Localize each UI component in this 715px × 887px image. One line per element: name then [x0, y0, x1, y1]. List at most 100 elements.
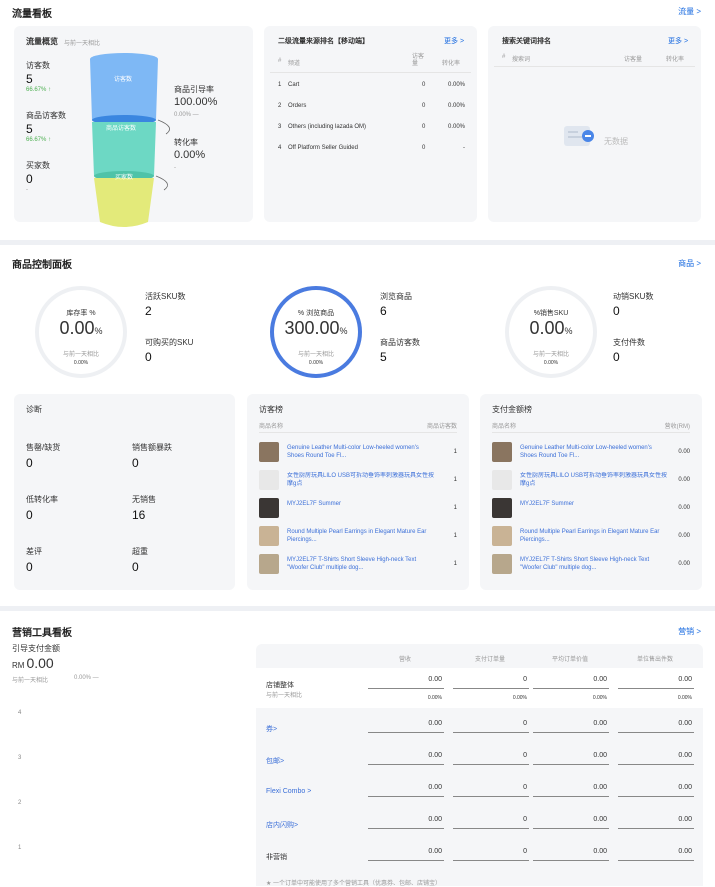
funnel-top-label: 访客数: [114, 77, 133, 83]
source-visitors: 0: [422, 82, 426, 88]
marketing-cell-value[interactable]: 0.00: [374, 676, 442, 683]
marketing-col-header: 营收: [398, 657, 411, 663]
marketing-cell-value[interactable]: 0: [459, 784, 527, 791]
marketing-cell-value[interactable]: 0.00: [624, 816, 692, 823]
funnel-connector-2: [155, 175, 168, 191]
sources-col-rank: #: [278, 58, 282, 64]
chart-y-tick: 1: [18, 845, 22, 851]
source-channel: Off Platform Seller Guided: [288, 145, 358, 151]
product-pv-label: 商品访客数: [380, 338, 420, 347]
marketing-cell-value[interactable]: 0.00: [539, 676, 607, 683]
sold-sku-sub: 与前一天相比: [532, 352, 569, 358]
marketing-row-name[interactable]: 店内闪购>: [266, 820, 298, 830]
visitors_rank-product-link[interactable]: MYJ2EL7F Summer: [287, 500, 437, 508]
marketing-cell-value[interactable]: 0: [459, 816, 527, 823]
marketing-cell-value[interactable]: 0.00: [624, 752, 692, 759]
diagnosis-item-value[interactable]: 0: [26, 560, 33, 574]
keywords-col-visitors: 访客量: [624, 57, 643, 63]
marketing-cell-underline: [618, 688, 694, 689]
marketing-row-name: 非营销: [266, 854, 287, 861]
marketing-cell-underline: [533, 796, 609, 797]
funnel-bot-band: [94, 178, 154, 227]
visitors_rank-product-link[interactable]: 女性厨房玩具LILO USB可拆动垂饰率刺激器玩具女性按摩g点: [287, 472, 437, 488]
visitors_rank-product-link[interactable]: MYJ2EL7F T-Shirts Short Sleeve High-neck…: [287, 556, 437, 572]
marketing-cell-value[interactable]: 0.00: [624, 848, 692, 855]
stock-rate-unit: %: [94, 326, 103, 336]
visitors-rank-card: 访客榜 商品名称 商品访客数 Genuine Leather Multi-col…: [247, 394, 469, 590]
marketing-cell-value[interactable]: 0.00: [624, 784, 692, 791]
product-thumbnail: [492, 470, 512, 490]
keywords-header-divider: [494, 66, 695, 67]
marketing-cell-value[interactable]: 0.00: [539, 720, 607, 727]
marketing-cell-underline: [453, 796, 529, 797]
funnel-bot-label: 买家数: [115, 175, 134, 181]
keywords-col-rank: #: [502, 54, 506, 60]
traffic-more-link[interactable]: 流量 >: [678, 6, 701, 17]
marketing-row-name[interactable]: 包邮>: [266, 756, 284, 766]
marketing-cell-value[interactable]: 0.00: [539, 848, 607, 855]
guide-rate-change: 0.00% —: [174, 112, 199, 118]
marketing-cell-value[interactable]: 0.00: [539, 816, 607, 823]
marketing-cell-underline: [368, 688, 444, 689]
marketing-row-name[interactable]: Flexi Combo >: [266, 788, 311, 795]
guided-pay-currency: RM: [12, 661, 25, 670]
marketing-title: 营销工具看板: [12, 628, 72, 639]
marketing-cell-value[interactable]: 0: [459, 676, 527, 683]
visitors-rank-col-val: 商品访客数: [426, 424, 457, 430]
chart-y-tick: 2: [18, 800, 22, 806]
marketing-cell-value[interactable]: 0.00: [374, 848, 442, 855]
marketing-cell-value[interactable]: 0.00: [374, 816, 442, 823]
marketing-cell-value[interactable]: 0.00: [374, 784, 442, 791]
diagnosis-item-value[interactable]: 0: [132, 456, 139, 470]
visitors_rank-value: 1: [453, 561, 457, 567]
products-title: 商品控制面板: [12, 260, 72, 271]
sources-col-channel: 频道: [288, 61, 301, 67]
marketing-cell-value[interactable]: 0: [459, 720, 527, 727]
visitors-label: 访客数: [26, 61, 50, 70]
marketing-table: 营收 支付订单量 平均订单价值 单位售出件数 店铺整体 与前一天相比 0.00 0 0.00 0…: [256, 644, 703, 887]
marketing-cell-change: 0.00%: [592, 695, 607, 701]
paid-units-label: 支付件数: [613, 338, 645, 347]
marketing-cell-value[interactable]: 0.00: [624, 676, 692, 683]
sales-rank-card: 支付金额榜 商品名称 营收(RM) Genuine Leather Multi-…: [480, 394, 702, 590]
section-divider-2: [0, 606, 715, 611]
marketing-cell-value[interactable]: 0.00: [539, 752, 607, 759]
viewed-label: 浏览商品: [380, 292, 412, 301]
sales_rank-product-link[interactable]: Round Multiple Pearl Earrings in Elegant…: [520, 528, 670, 544]
marketing-cell-underline: [453, 764, 529, 765]
marketing-cell-value[interactable]: 0.00: [374, 720, 442, 727]
marketing-cell-value[interactable]: 0: [459, 848, 527, 855]
sales_rank-product-link[interactable]: MYJ2EL7F T-Shirts Short Sleeve High-neck…: [520, 556, 670, 572]
product-visitors-value: 5: [26, 122, 33, 136]
marketing-more-link[interactable]: 营销 >: [678, 626, 701, 637]
marketing-cell-value[interactable]: 0.00: [374, 752, 442, 759]
diagnosis-card: 诊断 售罄/缺货 0 销售额暴跌 0 低转化率 0 无销售 16 差评 0 超重 0: [14, 394, 235, 590]
marketing-cell-value[interactable]: 0.00: [624, 720, 692, 727]
guided-pay-wrap: RM 0.00: [12, 655, 54, 673]
visitors_rank-product-link[interactable]: Round Multiple Pearl Earrings in Elegant…: [287, 528, 437, 544]
marketing-cell-value[interactable]: 0.00: [539, 784, 607, 791]
products-more-link[interactable]: 商品 >: [678, 258, 701, 269]
marketing-cell-value[interactable]: 0: [459, 752, 527, 759]
diagnosis-item-value[interactable]: 0: [132, 560, 139, 574]
paid-units-value: 0: [613, 350, 620, 364]
sources-more-link[interactable]: 更多 >: [444, 36, 464, 46]
stock-rate-label: 库存率 %: [66, 310, 96, 317]
viewed-products-label: % 浏览商品: [297, 310, 335, 317]
diagnosis-item-value[interactable]: 0: [26, 508, 33, 522]
funnel-chart: [90, 53, 170, 227]
sales_rank-product-link[interactable]: Genuine Leather Multi-color Low-heeled w…: [520, 444, 670, 460]
sales_rank-product-link[interactable]: 女性厨房玩具LILO USB可拆动垂饰率刺激器玩具女性按摩g点: [520, 472, 670, 488]
source-channel: Others (including lazada OM): [288, 124, 367, 130]
marketing-cell-underline: [368, 732, 444, 733]
conv-label: 转化率: [174, 138, 198, 147]
keywords-more-link[interactable]: 更多 >: [668, 36, 688, 46]
diagnosis-item-value[interactable]: 16: [132, 508, 145, 522]
marketing-cell-underline: [533, 688, 609, 689]
marketing-row-name[interactable]: 券>: [266, 724, 277, 734]
diagnosis-item-value[interactable]: 0: [26, 456, 33, 470]
sales_rank-product-link[interactable]: MYJ2EL7F Summer: [520, 500, 670, 508]
visitors_rank-product-link[interactable]: Genuine Leather Multi-color Low-heeled w…: [287, 444, 437, 460]
viewed-value: 6: [380, 304, 387, 318]
product-thumbnail: [259, 470, 279, 490]
